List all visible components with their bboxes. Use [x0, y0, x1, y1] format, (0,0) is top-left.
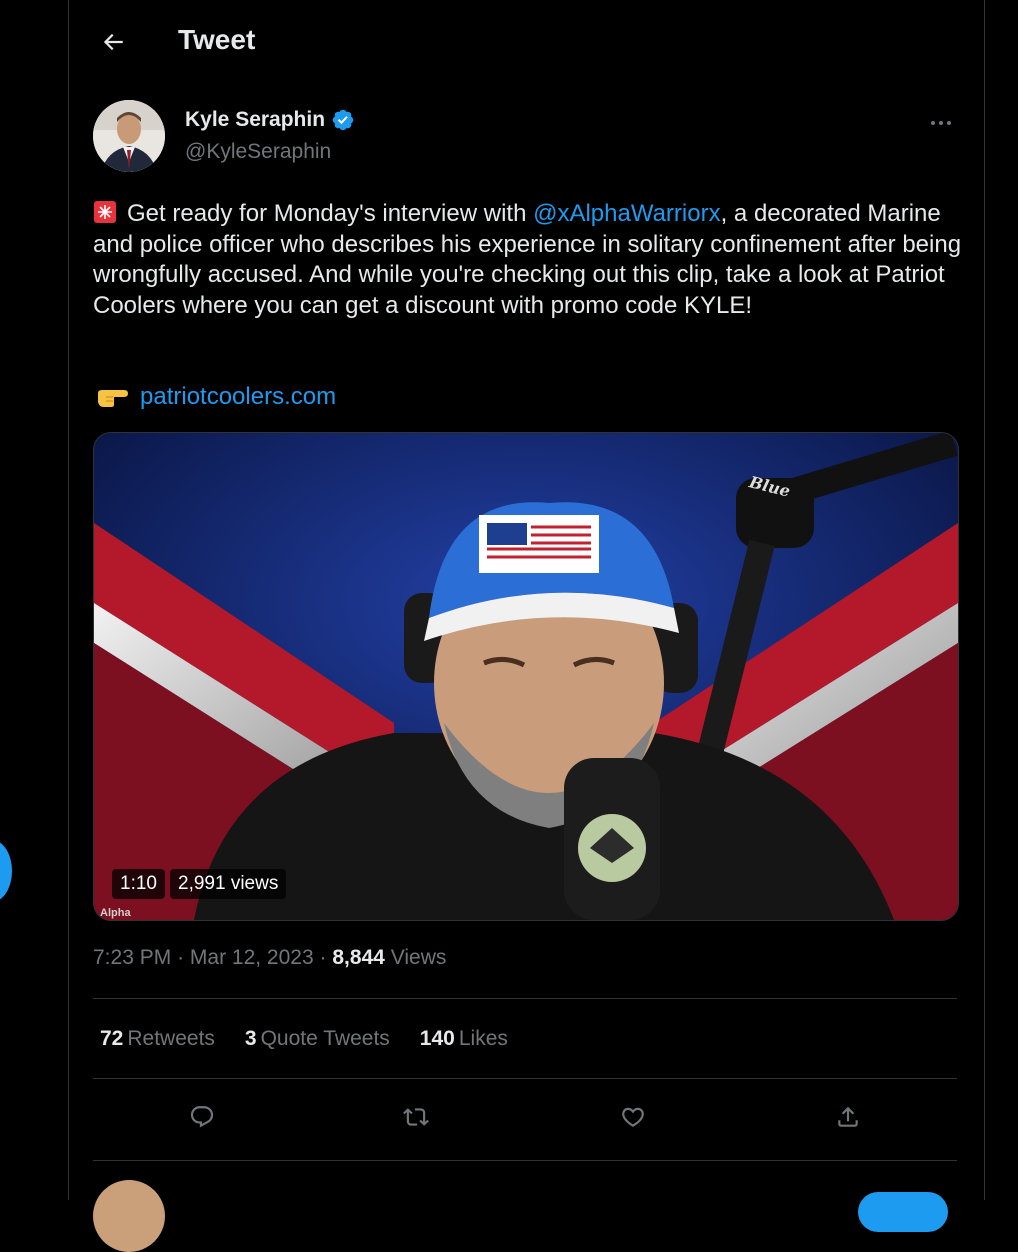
more-icon: [931, 121, 951, 125]
reply-button[interactable]: [180, 1095, 224, 1139]
back-button[interactable]: [93, 22, 133, 62]
verified-badge-icon: [332, 109, 354, 131]
tweet-date[interactable]: Mar 12, 2023: [190, 946, 314, 969]
reply-avatar: [93, 1180, 165, 1252]
siren-icon: [94, 201, 116, 223]
meta-separator: ·: [177, 946, 190, 969]
like-button[interactable]: [611, 1095, 655, 1139]
video-views: 2,991 views: [170, 869, 287, 899]
more-button[interactable]: [921, 108, 961, 138]
tweet-time[interactable]: 7:23 PM: [93, 946, 171, 969]
page-title: Tweet: [178, 24, 256, 55]
reply-icon: [190, 1106, 214, 1128]
divider: [93, 1078, 957, 1079]
share-button[interactable]: [826, 1095, 870, 1139]
video-duration: 1:10: [112, 869, 165, 899]
tweet-author: Kyle Seraphin @KyleSeraphin: [93, 100, 961, 180]
tweet-views-count: 8,844: [332, 946, 385, 969]
page-header: Tweet: [69, 0, 984, 86]
tweet-text: Get ready for Monday's interview with @x…: [93, 199, 963, 321]
retweets-stat[interactable]: 72 Retweets: [100, 1027, 215, 1051]
like-icon: [622, 1107, 644, 1127]
tweet-text-part-1: Get ready for Monday's interview with: [127, 200, 534, 227]
avatar[interactable]: [93, 100, 165, 172]
quote-tweets-stat[interactable]: 3 Quote Tweets: [245, 1027, 390, 1051]
reply-submit-button[interactable]: [858, 1192, 948, 1232]
quote-tweets-label: Quote Tweets: [260, 1027, 390, 1050]
tweet-link-line: patriotcoolers.com: [96, 383, 336, 411]
tweet-actions: [93, 1095, 957, 1139]
share-icon: [838, 1106, 858, 1127]
retweet-button[interactable]: [394, 1095, 438, 1139]
retweets-label: Retweets: [127, 1027, 215, 1050]
author-name-row: Kyle Seraphin: [185, 108, 355, 132]
pointing-hand-icon: [98, 390, 128, 407]
meta-separator: ·: [319, 946, 333, 969]
quote-tweets-count: 3: [244, 1027, 257, 1050]
divider: [93, 1160, 957, 1161]
tweet-views-label: Views: [390, 946, 447, 969]
tweet-meta: 7:23 PM · Mar 12, 2023 · 8,844 Views: [93, 946, 446, 970]
timeline-border-right: [984, 0, 985, 1200]
back-arrow-icon: [103, 33, 123, 51]
timeline-border-left: [68, 0, 69, 1200]
video-frame: [94, 433, 958, 920]
tweet-stats: 72 Retweets 3 Quote Tweets 140 Likes: [100, 1027, 538, 1051]
video-player[interactable]: 1:10 2,991 views Alpha Blue: [93, 432, 959, 921]
author-name[interactable]: Kyle Seraphin: [185, 108, 325, 132]
likes-count: 140: [419, 1027, 455, 1050]
compose-button-edge[interactable]: [0, 840, 12, 902]
tweet-link[interactable]: patriotcoolers.com: [140, 383, 336, 411]
likes-stat[interactable]: 140 Likes: [420, 1027, 508, 1051]
likes-label: Likes: [458, 1027, 508, 1050]
tweet-mention[interactable]: @xAlphaWarriorx: [533, 200, 721, 227]
video-watermark: Alpha: [100, 907, 131, 919]
author-handle[interactable]: @KyleSeraphin: [185, 140, 331, 164]
retweets-count: 72: [100, 1027, 124, 1050]
divider: [93, 998, 957, 999]
retweet-icon: [403, 1108, 429, 1126]
